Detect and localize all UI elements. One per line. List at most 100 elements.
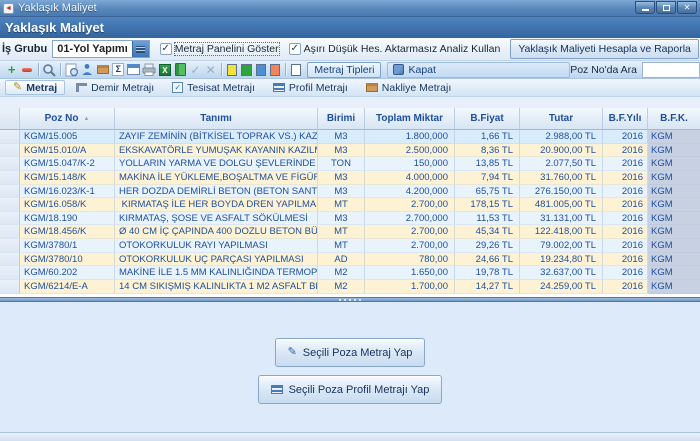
tab-tesisat-metraji[interactable]: ✓ Tesisat Metrajı bbox=[165, 80, 262, 95]
printer-icon[interactable] bbox=[142, 62, 156, 78]
header-b-fiyat[interactable]: B.Fiyat bbox=[455, 108, 520, 130]
header-poz-no[interactable]: Poz No▲ bbox=[20, 108, 115, 130]
row-selector[interactable] bbox=[0, 157, 20, 171]
header-birimi[interactable]: Birimi bbox=[318, 108, 365, 130]
kapat-label: Kapat bbox=[408, 64, 435, 76]
table-row[interactable]: KGM/15.148/KMAKİNA İLE YÜKLEME,BOŞALTMA … bbox=[0, 171, 700, 185]
metraj-tipleri-button[interactable]: Metraj Tipleri bbox=[307, 62, 381, 78]
tab-label: Tesisat Metrajı bbox=[187, 82, 255, 94]
row-selector[interactable] bbox=[0, 212, 20, 226]
cell-bfiyat: 19,78 TL bbox=[455, 266, 520, 280]
remove-row-icon[interactable] bbox=[20, 62, 33, 78]
table-row[interactable]: KGM/3780/10OTOKORKULUK UÇ PARÇASI YAPILM… bbox=[0, 253, 700, 267]
minimize-button[interactable] bbox=[635, 1, 655, 14]
color-blue-swatch[interactable] bbox=[256, 64, 266, 76]
table-row[interactable]: KGM/16.058/K KIRMATAŞ İLE HER BOYDA DREN… bbox=[0, 198, 700, 212]
cell-poz: KGM/16.023/K-1 bbox=[20, 185, 115, 199]
tab-label: Demir Metrajı bbox=[91, 82, 154, 94]
row-selector[interactable] bbox=[0, 198, 20, 212]
kapat-button[interactable]: Kapat bbox=[387, 62, 570, 78]
excel-export-icon[interactable]: X bbox=[158, 62, 171, 78]
tab-demir-metraji[interactable]: Demir Metrajı bbox=[69, 80, 161, 95]
table-row[interactable]: KGM/15.010/AEKSKAVATÖRLE YUMUŞAK KAYANIN… bbox=[0, 144, 700, 158]
cell-yil: 2016 bbox=[603, 157, 648, 171]
close-button[interactable]: ✕ bbox=[677, 1, 697, 14]
confirm-icon[interactable]: ✓ bbox=[189, 62, 202, 78]
maximize-button[interactable] bbox=[656, 1, 676, 14]
table-row[interactable]: KGM/6214/E-A14 CM SIKIŞMIŞ KALINLIKTA 1 … bbox=[0, 280, 700, 294]
add-row-icon[interactable]: + bbox=[5, 62, 18, 78]
page-title: Yaklaşık Maliyet bbox=[5, 20, 104, 35]
table-row[interactable]: KGM/16.023/K-1HER DOZDA DEMİRLİ BETON (B… bbox=[0, 185, 700, 199]
header-tanimi[interactable]: Tanımı bbox=[115, 108, 318, 130]
package-icon bbox=[366, 83, 378, 92]
sort-ascending-icon: ▲ bbox=[83, 116, 89, 122]
is-grubu-dropdown-button[interactable] bbox=[132, 41, 149, 57]
table-row[interactable]: KGM/18.456/KØ 40 CM İÇ ÇAPINDA 400 DOZLU… bbox=[0, 225, 700, 239]
metraj-panel-checkbox[interactable]: ✓ Metraj Panelini Göster bbox=[160, 43, 279, 55]
row-selector[interactable] bbox=[0, 185, 20, 199]
cell-miktar: 2.500,000 bbox=[365, 144, 455, 158]
cell-bfk: KGM bbox=[648, 212, 700, 226]
cell-yil: 2016 bbox=[603, 239, 648, 253]
checkbox-checked-icon[interactable]: ✓ bbox=[160, 43, 172, 55]
color-orange-swatch[interactable] bbox=[270, 64, 280, 76]
cell-bfiyat: 24,66 TL bbox=[455, 253, 520, 267]
toolbar: + Σ X ✓ ✕ Metraj Tipleri Kapa bbox=[0, 61, 700, 79]
checkbox-checked-icon[interactable]: ✓ bbox=[289, 43, 301, 55]
secili-poza-profil-metraj-label: Seçili Poza Profil Metrajı Yap bbox=[289, 384, 430, 396]
table-row[interactable]: KGM/3780/1OTOKORKULUK RAYI YAPILMASIMT2.… bbox=[0, 239, 700, 253]
cell-miktar: 4.000,000 bbox=[365, 171, 455, 185]
header-bfk[interactable]: B.F.K. bbox=[648, 108, 700, 130]
row-selector[interactable] bbox=[0, 266, 20, 280]
secili-poza-profil-metraj-button[interactable]: Seçili Poza Profil Metrajı Yap bbox=[258, 375, 443, 404]
tab-profil-metraji[interactable]: Profil Metrajı bbox=[266, 80, 355, 95]
row-selector[interactable] bbox=[0, 144, 20, 158]
row-selector[interactable] bbox=[0, 225, 20, 239]
cell-tutar: 2.988,00 TL bbox=[520, 130, 603, 144]
tab-label: Profil Metrajı bbox=[289, 82, 348, 94]
cell-tanim: YOLLARIN YARMA VE DOLGU ŞEVLERİNDE ARAZÖ… bbox=[115, 157, 318, 171]
profile-lines-icon bbox=[273, 83, 285, 92]
cell-bfiyat: 45,34 TL bbox=[455, 225, 520, 239]
cell-poz: KGM/3780/10 bbox=[20, 253, 115, 267]
row-selector[interactable] bbox=[0, 280, 20, 294]
package-icon[interactable] bbox=[96, 62, 109, 78]
color-green-swatch[interactable] bbox=[241, 64, 251, 76]
cell-yil: 2016 bbox=[603, 144, 648, 158]
secili-poza-metraj-label: Seçili Poza Metraj Yap bbox=[303, 347, 413, 359]
is-grubu-select[interactable]: 01-Yol Yapımı bbox=[52, 40, 150, 58]
analysis-person-icon[interactable] bbox=[81, 62, 94, 78]
row-selector[interactable] bbox=[0, 239, 20, 253]
book-export-icon[interactable] bbox=[174, 62, 187, 78]
row-selector[interactable] bbox=[0, 253, 20, 267]
search-icon[interactable] bbox=[42, 62, 56, 78]
page-header: Yaklaşık Maliyet bbox=[0, 17, 700, 38]
cell-birim: MT bbox=[318, 239, 365, 253]
color-white-swatch[interactable] bbox=[291, 64, 301, 76]
table-row[interactable]: KGM/18.190KIRMATAŞ, ŞOSE VE ASFALT SÖKÜL… bbox=[0, 212, 700, 226]
tab-nakliye-metraji[interactable]: Nakliye Metrajı bbox=[359, 80, 458, 95]
cell-birim: M3 bbox=[318, 144, 365, 158]
cell-bfk: KGM bbox=[648, 225, 700, 239]
row-selector[interactable] bbox=[0, 171, 20, 185]
header-toplam-miktar[interactable]: Toplam Miktar bbox=[365, 108, 455, 130]
preview-icon[interactable] bbox=[65, 62, 79, 78]
color-yellow-swatch[interactable] bbox=[227, 64, 237, 76]
header-bf-yili[interactable]: B.F.Yılı bbox=[603, 108, 648, 130]
cell-birim: MT bbox=[318, 225, 365, 239]
table-row[interactable]: KGM/60.202MAKİNE İLE 1.5 MM KALINLIĞINDA… bbox=[0, 266, 700, 280]
row-selector[interactable] bbox=[0, 130, 20, 144]
secili-poza-metraj-button[interactable]: ✎ Seçili Poza Metraj Yap bbox=[275, 338, 426, 367]
sigma-icon[interactable]: Σ bbox=[112, 62, 125, 78]
table-row[interactable]: KGM/15.005ZAYIF ZEMİNİN (BİTKİSEL TOPRAK… bbox=[0, 130, 700, 144]
cancel-icon[interactable]: ✕ bbox=[204, 62, 217, 78]
poz-no-ara-input[interactable] bbox=[642, 62, 700, 78]
table-row[interactable]: KGM/15.047/K-2YOLLARIN YARMA VE DOLGU ŞE… bbox=[0, 157, 700, 171]
header-tutar[interactable]: Tutar bbox=[520, 108, 603, 130]
asiri-dusuk-checkbox[interactable]: ✓ Aşırı Düşük Hes. Aktarmasız Analiz Kul… bbox=[289, 43, 501, 55]
table-icon[interactable] bbox=[127, 62, 140, 78]
hesapla-raporla-button[interactable]: Yaklaşık Maliyeti Hesapla ve Raporla bbox=[510, 39, 699, 59]
cell-tutar: 24.259,00 TL bbox=[520, 280, 603, 294]
tab-metraj[interactable]: ✎ Metraj bbox=[5, 80, 65, 95]
